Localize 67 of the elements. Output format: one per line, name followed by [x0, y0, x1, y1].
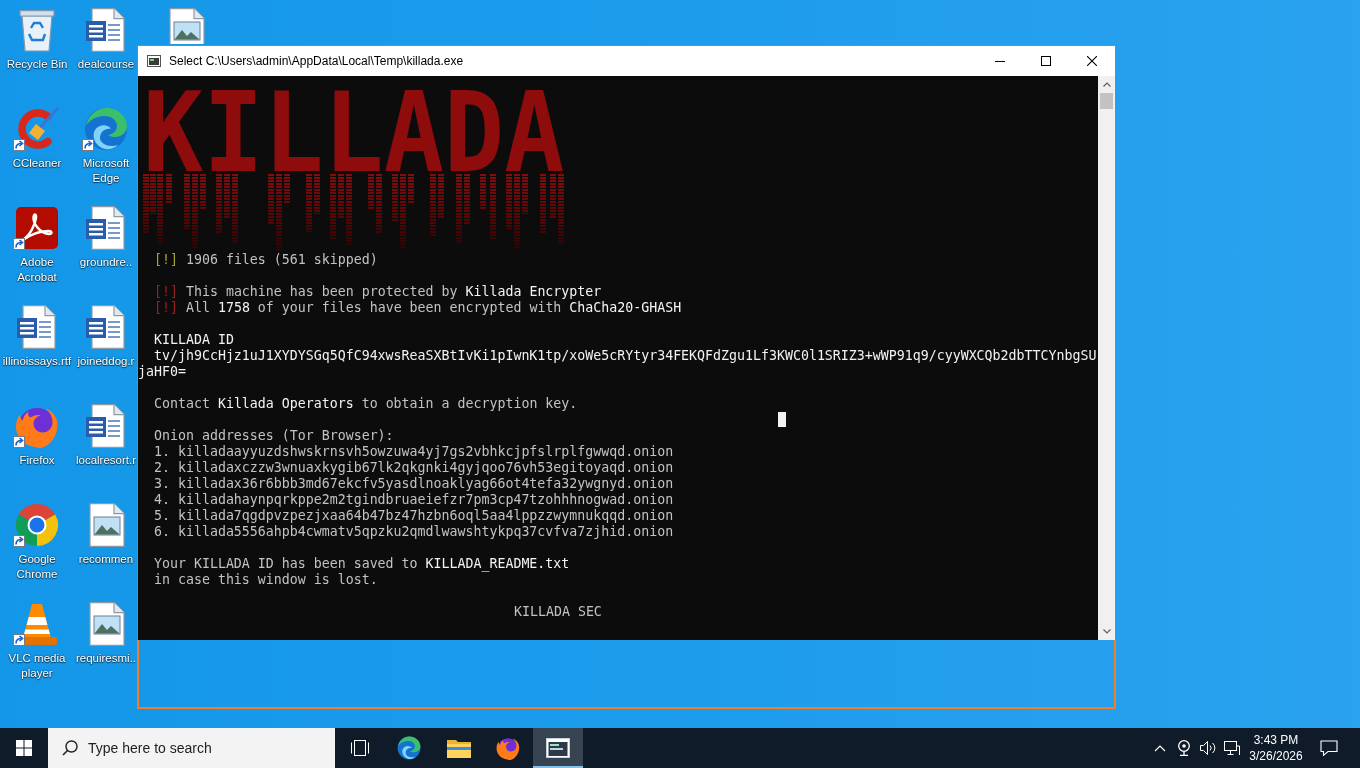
desktop-icon-label[interactable]: illinoissays.rtf: [2, 354, 72, 369]
onion-address: 6. killada5556ahpb4cwmatv5qpzku2qmdlwawshtykpq37cvfva7zjhid.onion: [154, 524, 674, 539]
status-marker: [!]: [154, 284, 178, 299]
chevron-up-icon: [1154, 744, 1166, 752]
console-window-icon: [545, 738, 570, 758]
console-app-icon: [147, 55, 161, 67]
webcam-icon: [1177, 740, 1191, 756]
scrollbar-thumb[interactable]: [1100, 93, 1113, 109]
clock[interactable]: 3:43 PM 3/26/2026: [1246, 728, 1306, 768]
maximize-icon: [1041, 56, 1051, 66]
desktop-icon-label[interactable]: CCleaner: [12, 156, 62, 171]
notice-text: This machine has been protected by Killada Encrypter: [185, 284, 602, 299]
ccleaner-icon[interactable]: [15, 107, 59, 151]
onion-address: 2. killadaxczzw3wnuaxkygib67lk2qkgnki4gyjqoo76vh53egitoyaqd.onion: [154, 460, 674, 475]
console-button[interactable]: [533, 728, 583, 768]
speech-bubble-icon: [1320, 740, 1338, 756]
minimize-icon: [995, 60, 1005, 62]
desktop-icon-label[interactable]: Google Chrome: [0, 552, 74, 582]
signature: KILLADA SEC: [514, 604, 602, 619]
chevron-up-icon: [1102, 82, 1111, 87]
onion-heading: Onion addresses (Tor Browser):: [154, 428, 394, 443]
task-view-icon: [350, 740, 369, 756]
word-document-icon[interactable]: [84, 305, 128, 349]
search-icon: [62, 740, 78, 756]
desktop-icon-label[interactable]: Firefox: [19, 453, 55, 468]
notice-text: 1906 files (561 skipped): [185, 252, 378, 267]
speaker-icon: [1200, 741, 1216, 755]
status-marker: [!]: [154, 300, 178, 315]
edge-icon[interactable]: [84, 107, 128, 151]
onion-address: 4. killadahaynpqrkppe2m2tgindbruaeiefzr7pm3cp47tzohhhnogwad.onion: [154, 492, 674, 507]
chrome-icon[interactable]: [15, 503, 59, 547]
scrollbar[interactable]: [1098, 76, 1115, 640]
contact-text: Contact Killada Operators to obtain a decryption key.: [154, 396, 578, 411]
notice-text: All 1758 of your files have been encrypted with ChaCha20-GHASH: [185, 300, 682, 315]
desktop-icon-label[interactable]: VLC media player: [0, 651, 74, 681]
desktop-icon-label[interactable]: groundre..: [79, 255, 133, 270]
desktop-icon-label[interactable]: dealcourse: [77, 57, 135, 72]
onion-address: 3. killadax36r6bbb3md67ekcfv5yasdlnoaklyag66ot4tefa32ywgnyd.onion: [154, 476, 674, 491]
search-field[interactable]: Type here to search: [48, 728, 335, 768]
desktop-icon-label[interactable]: Recycle Bin: [6, 57, 68, 72]
word-document-icon[interactable]: [15, 305, 59, 349]
folder-icon: [446, 738, 471, 758]
onion-address: 1. killadaayyuzdshwskrnsvh5owzuwa4yj7gs2vbhkcjpfslrplfgwwqd.onion: [154, 444, 674, 459]
word-document-icon[interactable]: [84, 206, 128, 250]
window-title: Select C:\Users\admin\AppData\Local\Temp\killada.exe: [169, 54, 465, 68]
firefox-icon: [496, 736, 521, 760]
status-marker: [!]: [154, 252, 178, 267]
word-document-icon[interactable]: [84, 8, 128, 52]
desktop-icon-label[interactable]: joineddog.r: [77, 354, 135, 369]
close-icon: [1087, 56, 1097, 66]
text-cursor: [778, 412, 786, 427]
desktop-icon-label[interactable]: requiresmi..: [75, 651, 137, 666]
windows-logo-icon: [16, 740, 32, 756]
monitor-icon: [1224, 741, 1240, 755]
word-document-icon[interactable]: [84, 404, 128, 448]
edge-icon: [397, 736, 422, 760]
desktop-icon-label[interactable]: Microsoft Edge: [74, 156, 138, 186]
desktop-icon-label[interactable]: localresort.r: [75, 453, 137, 468]
desktop-icon-label[interactable]: recommen: [78, 552, 134, 567]
chevron-down-icon: [1102, 629, 1111, 634]
saved-note: Your KILLADA ID has been saved to KILLADA_README.txt in case this window is lost.: [154, 556, 570, 587]
id-label: KILLADA ID: [154, 332, 234, 347]
desktop-icon-label[interactable]: Adobe Acrobat: [0, 255, 74, 285]
logo-text: KILLADA: [143, 92, 565, 175]
id-text: tv/jh9CcHjz1uJ1XYDYSGq5QfC94xwsReaSXBtIvKi1pIwnK1tp/xoWe5cRYtyr34FEKQFdZgu1Lf3KWC0l1SRIZ3+wWP91q9/cyyWXCQb2dbTTCYnbgSUjaHF0=: [138, 348, 1097, 379]
acrobat-icon[interactable]: [15, 206, 59, 250]
onion-address: 5. killada7qgdpvzpezjxaa64b47bz47hzbn6oql5aa4lppzzwymnukqqd.onion: [154, 508, 674, 523]
